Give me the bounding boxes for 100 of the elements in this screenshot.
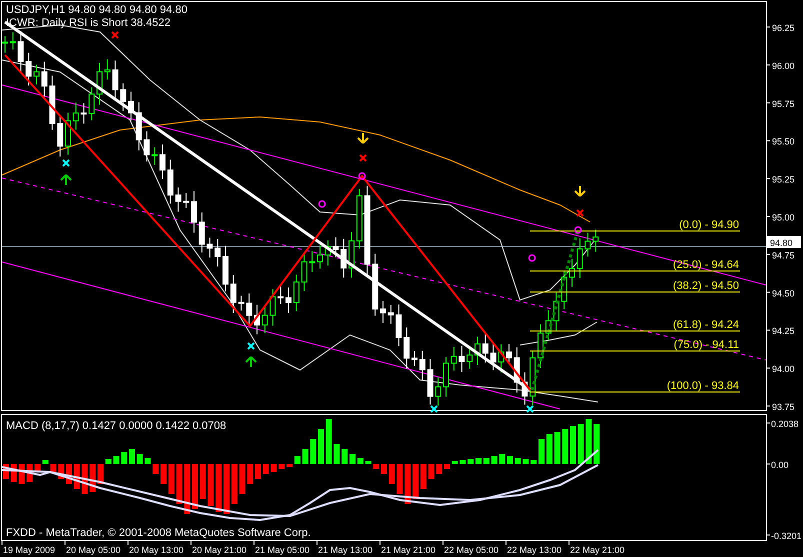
histogram-bar [255, 464, 261, 479]
candlestick [474, 336, 480, 366]
histogram-bar [176, 464, 182, 504]
candlestick [136, 102, 142, 151]
time-axis-label: 21 May 13:00 [318, 545, 373, 555]
candlestick [482, 333, 488, 364]
cross-marker-icon [111, 31, 119, 39]
candlestick [506, 343, 512, 365]
histogram-bar [231, 464, 238, 504]
histogram-bar [326, 419, 332, 464]
cross-marker-icon [62, 159, 70, 167]
fib-level-label: (38.2) - 94.50 [672, 280, 739, 292]
candlestick [561, 270, 568, 310]
time-axis-label: 20 May 21:00 [192, 545, 247, 555]
candlestick [435, 376, 442, 406]
time-axis-label: 21 May 21:00 [381, 545, 436, 555]
price-axis-label: 95.75 [772, 98, 795, 109]
time-axis-label: 22 May 05:00 [444, 545, 499, 555]
price-axis-label: 96.25 [772, 23, 795, 33]
candlestick [309, 250, 316, 272]
histogram-bar [460, 460, 466, 464]
histogram-bar [262, 464, 269, 474]
histogram-bar [381, 464, 387, 474]
histogram-bar [586, 419, 592, 464]
candlestick [317, 244, 323, 269]
histogram-bar [538, 439, 544, 464]
candlestick [278, 286, 284, 304]
histogram-bar [357, 458, 364, 464]
candlestick [246, 292, 252, 326]
histogram-bar [160, 464, 166, 484]
histogram-bar [570, 426, 576, 464]
histogram-bar [404, 464, 411, 504]
histogram-bar [200, 464, 206, 499]
price-axis-label: 94.75 [772, 250, 795, 260]
macd-axis-label: -0.3201 [771, 531, 802, 541]
candlestick [254, 304, 260, 335]
histogram-bar [286, 464, 292, 467]
histogram-bar [113, 456, 120, 464]
candlestick [120, 82, 126, 112]
candlestick [324, 240, 331, 266]
candlestick [458, 345, 465, 373]
copyright-text: FXDD - MetaTrader, © 2001-2008 MetaQuotes Software Corp. [6, 527, 311, 539]
candlestick [340, 238, 347, 278]
candlestick [530, 350, 536, 406]
candlestick [332, 236, 339, 258]
price-axis-label: 95.50 [772, 136, 795, 147]
candlestick [388, 304, 394, 324]
candlestick [206, 237, 213, 258]
candlestick [222, 245, 228, 292]
histogram-bar [129, 449, 135, 464]
candlestick [10, 32, 16, 50]
histogram-bar [483, 458, 490, 464]
histogram-bar [522, 459, 529, 464]
histogram-bar [168, 464, 174, 494]
histogram-bar [318, 429, 324, 464]
histogram-bar [342, 449, 348, 464]
candlestick [545, 310, 552, 340]
candlestick [412, 350, 418, 366]
histogram-bar [334, 444, 340, 464]
price-axis-label: 94.50 [772, 288, 795, 298]
candlestick [128, 91, 134, 122]
time-axis-label: 22 May 13:00 [507, 545, 562, 555]
candlestick [160, 144, 166, 180]
candlestick [514, 346, 520, 394]
candlestick [450, 346, 457, 371]
candlestick [175, 186, 182, 212]
candlestick [152, 146, 158, 166]
candlestick [592, 229, 599, 252]
histogram-bar [396, 464, 403, 494]
macd-axis-label: 0.2038 [771, 419, 799, 429]
histogram-bar [310, 439, 316, 464]
candlestick [356, 188, 362, 250]
candlestick [88, 86, 95, 121]
price-axis-label: 96.00 [772, 60, 795, 71]
candlestick [72, 102, 79, 130]
fib-level-label: (75.0) - 94.11 [674, 339, 739, 351]
time-axis-label: 19 May 2009 [3, 545, 56, 555]
fib-level-label: (0.0) - 94.90 [679, 219, 739, 231]
candlestick [490, 342, 496, 371]
macd-axis-label: 0.00 [771, 460, 789, 470]
candlestick [286, 287, 292, 314]
histogram-bar [578, 424, 584, 464]
time-axis-label: 20 May 05:00 [66, 545, 121, 555]
histogram-bar [350, 454, 356, 464]
histogram-bar [554, 432, 560, 464]
histogram-bar [105, 459, 112, 464]
candlestick [238, 295, 244, 312]
candlestick [419, 350, 426, 381]
histogram-bar [192, 464, 198, 509]
candlestick [198, 212, 205, 253]
candlestick [427, 358, 434, 406]
price-axis-label: 94.25 [772, 326, 795, 336]
candlestick [443, 356, 449, 398]
histogram-bar [239, 464, 246, 494]
fib-level-label: (100.0) - 93.84 [666, 380, 739, 392]
cross-marker-icon [359, 154, 367, 162]
histogram-bar [491, 456, 498, 464]
candlestick [183, 192, 190, 208]
cross-marker-icon [576, 209, 584, 217]
histogram-bar [507, 456, 513, 464]
